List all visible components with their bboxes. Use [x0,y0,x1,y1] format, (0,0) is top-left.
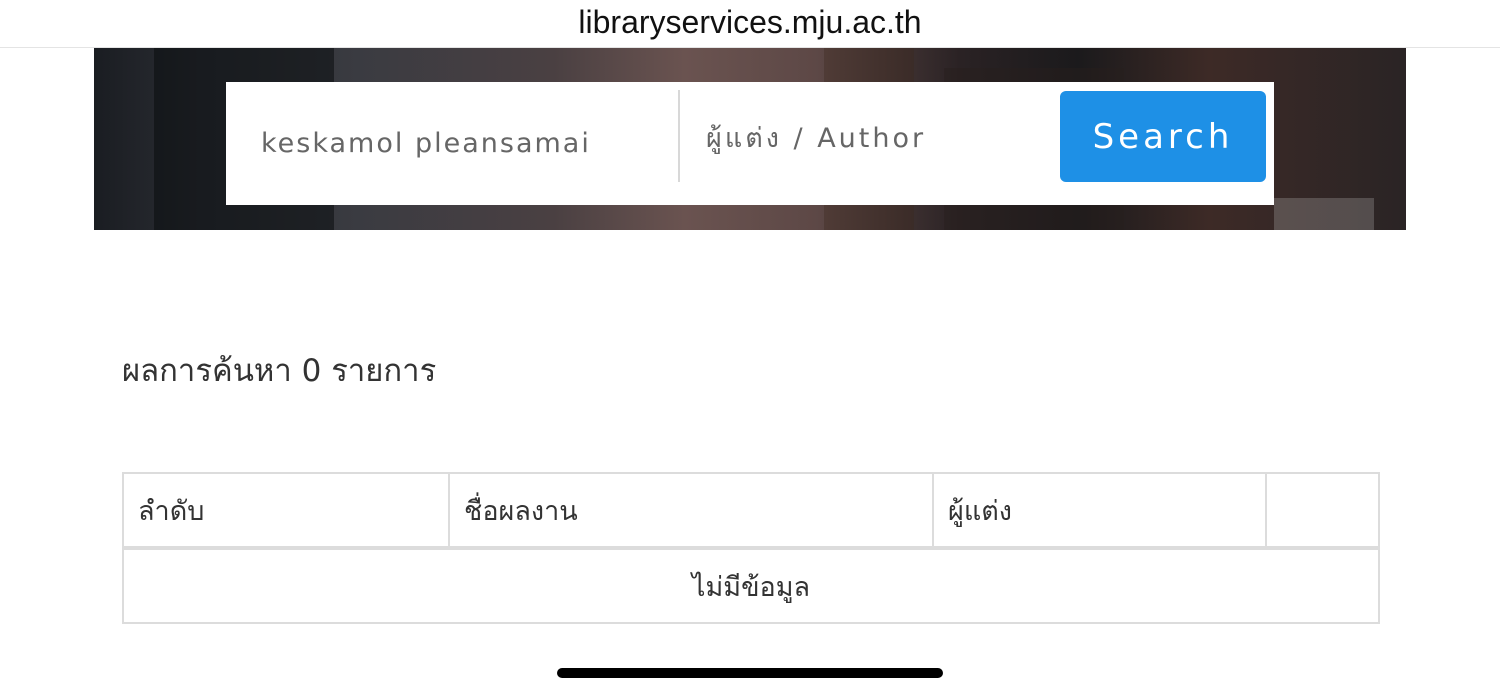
search-field-select[interactable]: ผู้แต่ง / Author [706,82,1056,192]
search-field-label: ผู้แต่ง / Author [706,122,927,154]
column-header-order[interactable]: ลำดับ [122,472,450,550]
search-input-value: keskamol pleansamai [261,128,591,159]
result-count: ผลการค้นหา 0 รายการ [122,353,437,389]
search-input[interactable]: keskamol pleansamai [226,82,678,205]
hero-image-detail [1274,198,1374,230]
search-form: keskamol pleansamai ผู้แต่ง / Author Sea… [226,82,1274,205]
empty-message: ไม่มีข้อมูล [122,547,1380,624]
table-header-row: ลำดับ ชื่อผลงาน ผู้แต่ง [122,472,1380,550]
column-header-title[interactable]: ชื่อผลงาน [448,472,934,550]
search-button[interactable]: Search [1060,91,1266,182]
home-indicator[interactable] [557,668,943,678]
column-header-author[interactable]: ผู้แต่ง [932,472,1267,550]
table-row: ไม่มีข้อมูล [122,547,1380,624]
column-header-action [1265,472,1380,550]
search-button-label: Search [1092,116,1234,157]
url-text[interactable]: libraryservices.mju.ac.th [578,4,921,41]
results-table: ลำดับ ชื่อผลงาน ผู้แต่ง ไม่มีข้อมูล [122,472,1380,624]
search-divider [678,90,680,182]
browser-address-bar[interactable]: libraryservices.mju.ac.th [0,0,1500,48]
